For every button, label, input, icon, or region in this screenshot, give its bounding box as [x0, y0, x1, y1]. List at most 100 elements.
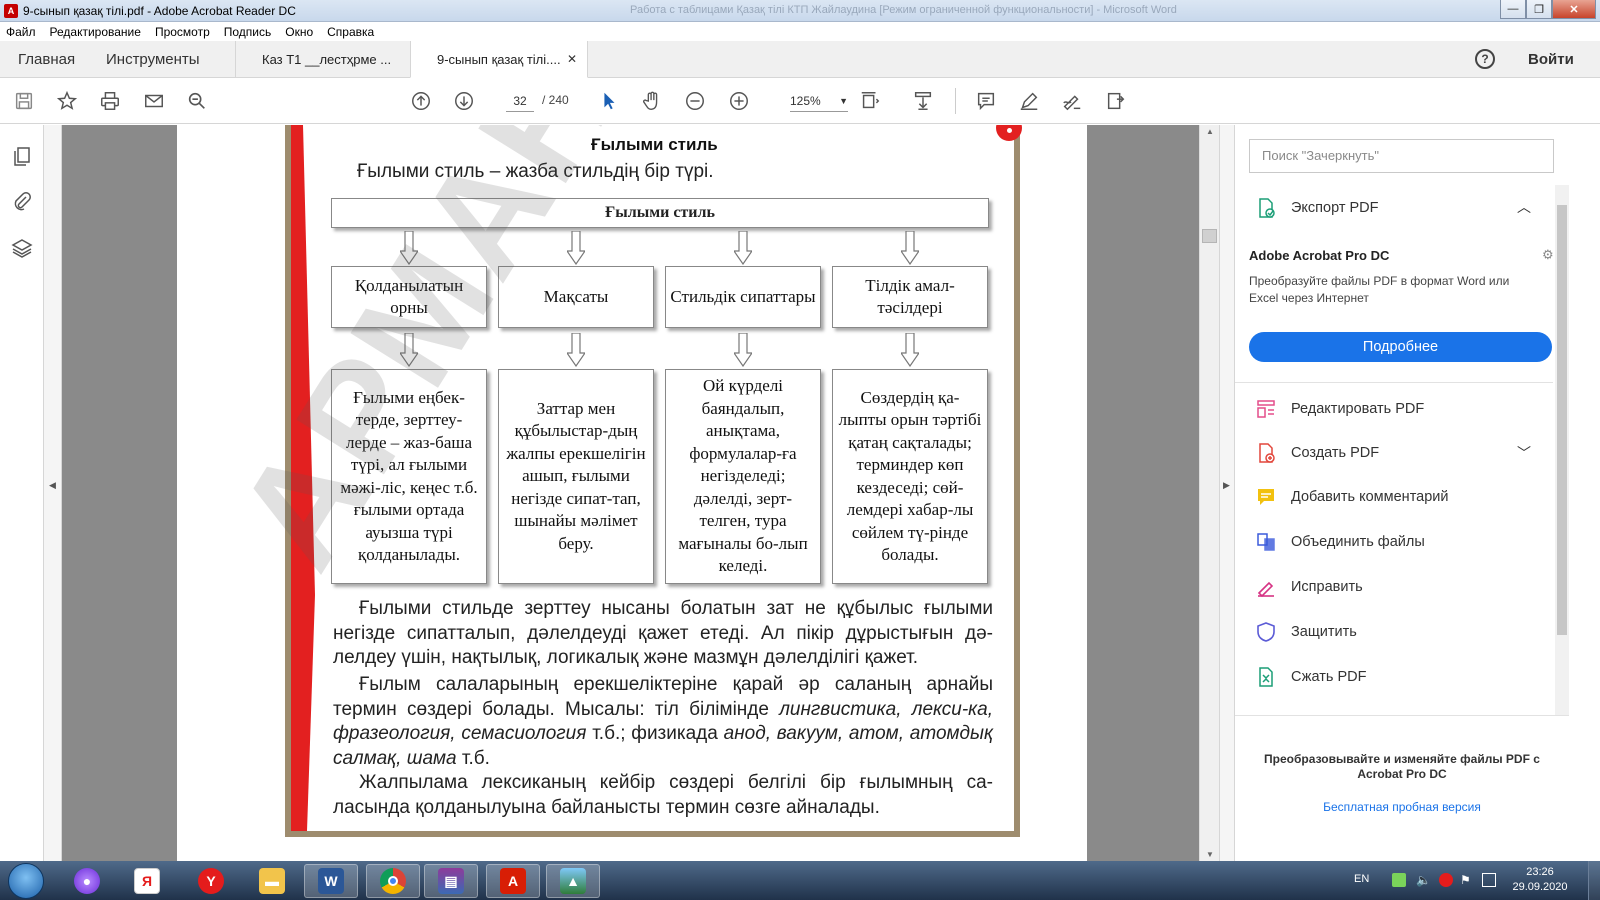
- pen-icon[interactable]: [1017, 89, 1041, 113]
- share-icon[interactable]: [1104, 89, 1128, 113]
- page-number-input[interactable]: 32: [506, 90, 534, 112]
- network-icon[interactable]: [1392, 873, 1406, 887]
- hand-icon[interactable]: [640, 89, 664, 113]
- clock[interactable]: 23:26 29.09.2020: [1510, 865, 1570, 895]
- menu-file[interactable]: Файл: [6, 25, 36, 39]
- collapse-left-panel[interactable]: ◀: [44, 125, 62, 861]
- language-indicator[interactable]: EN: [1354, 873, 1369, 885]
- acrobat-icon[interactable]: A: [486, 864, 540, 898]
- export-pdf-tool[interactable]: Экспорт PDF: [1255, 195, 1379, 221]
- zoom-select[interactable]: 125% ▼: [790, 90, 848, 112]
- free-trial-link[interactable]: Бесплатная пробная версия: [1257, 800, 1547, 814]
- paragraph-1: Ғылыми стильде зерттеу нысаны болатын за…: [333, 598, 993, 668]
- export-pdf-label: Экспорт PDF: [1291, 200, 1379, 216]
- tab-tools[interactable]: Инструменты: [106, 51, 200, 68]
- document-viewport[interactable]: Ғылыми стиль Ғылыми стиль – жазба стильд…: [62, 125, 1219, 861]
- menu-sign[interactable]: Подпись: [224, 25, 272, 39]
- collapse-right-panel[interactable]: ▶: [1219, 125, 1234, 861]
- fill-sign-tool[interactable]: Исправить: [1255, 574, 1363, 600]
- winrar-icon[interactable]: ▤: [424, 864, 478, 898]
- tab-document-2[interactable]: 9-сынып қазақ тілі.... ✕: [410, 41, 588, 78]
- tools-scrollbar-thumb[interactable]: [1557, 205, 1567, 635]
- zoom-value: 125%: [790, 94, 821, 108]
- login-button[interactable]: Войти: [1528, 51, 1574, 68]
- settings-icon[interactable]: ⚙: [1542, 247, 1554, 263]
- mail-icon[interactable]: [142, 89, 166, 113]
- scrollbar-thumb[interactable]: [1202, 229, 1217, 243]
- volume-icon[interactable]: 🔈: [1416, 873, 1431, 887]
- add-comment-tool[interactable]: Добавить комментарий: [1255, 484, 1449, 510]
- menu-window[interactable]: Окно: [285, 25, 313, 39]
- menu-help[interactable]: Справка: [327, 25, 374, 39]
- diagram-arrow: [901, 333, 919, 367]
- learn-more-button[interactable]: Подробнее: [1249, 332, 1552, 362]
- print-icon[interactable]: [98, 89, 122, 113]
- minimize-button[interactable]: —: [1500, 0, 1526, 19]
- explorer-icon[interactable]: ▬: [245, 864, 299, 898]
- scroll-up-icon[interactable]: ▲: [1206, 127, 1214, 136]
- scroll-mode-icon[interactable]: [911, 89, 935, 113]
- chevron-up-icon[interactable]: ︿: [1517, 197, 1531, 217]
- create-pdf-tool[interactable]: Создать PDF: [1255, 440, 1379, 466]
- red-margin-strip: [291, 125, 315, 831]
- menu-edit[interactable]: Редактирование: [50, 25, 141, 39]
- help-icon[interactable]: ?: [1475, 49, 1495, 69]
- diagram-arrow: [567, 333, 585, 367]
- diagram-body-purpose: Заттар мен құбылыстар-дың жалпы ерекшелі…: [498, 369, 654, 584]
- menu-view[interactable]: Просмотр: [155, 25, 210, 39]
- panel-divider: [1235, 382, 1553, 383]
- diagram-head-features: Стильдік сипаттары: [665, 266, 821, 328]
- attachments-icon[interactable]: [11, 190, 33, 212]
- page-down-icon[interactable]: [452, 89, 476, 113]
- combine-files-tool[interactable]: Объединить файлы: [1255, 529, 1425, 555]
- fill-sign-label: Исправить: [1291, 579, 1363, 595]
- select-cursor-icon[interactable]: [597, 89, 621, 113]
- search-zoom-icon[interactable]: [185, 89, 209, 113]
- toolbar-separator: [955, 88, 956, 114]
- edit-pdf-tool[interactable]: Редактировать PDF: [1255, 396, 1424, 422]
- scroll-down-icon[interactable]: ▼: [1206, 850, 1214, 859]
- red-badge-icon: [996, 125, 1022, 141]
- tools-scrollbar[interactable]: [1555, 185, 1569, 715]
- show-desktop-button[interactable]: [1588, 861, 1600, 900]
- chevron-down-icon: ▼: [839, 96, 848, 106]
- chrome-icon[interactable]: [366, 864, 420, 898]
- yandex-browser-icon[interactable]: Я: [120, 864, 174, 898]
- chevron-down-icon[interactable]: ﹀: [1517, 443, 1531, 463]
- yandex-icon[interactable]: Y: [184, 864, 238, 898]
- display-icon[interactable]: [1482, 873, 1496, 887]
- tab-document-1-label: Каз Т1 __лестҳрме ...: [262, 52, 392, 67]
- save-icon[interactable]: [12, 89, 36, 113]
- clock-time: 23:26: [1526, 866, 1554, 878]
- comment-icon[interactable]: [974, 89, 998, 113]
- page-up-icon[interactable]: [409, 89, 433, 113]
- diagram-body-language-means: Сөздердің қа-лыпты орын тәртібі қатаң са…: [832, 369, 988, 584]
- document-scrollbar[interactable]: ▲ ▼: [1199, 125, 1219, 861]
- layers-icon[interactable]: [11, 237, 33, 259]
- pages-thumbnails-icon[interactable]: [11, 145, 33, 167]
- star-icon[interactable]: [55, 89, 79, 113]
- start-button[interactable]: [8, 863, 44, 899]
- compress-pdf-tool[interactable]: Сжать PDF: [1255, 664, 1366, 690]
- tools-search-input[interactable]: Поиск "Зачеркнуть": [1249, 139, 1554, 173]
- close-button[interactable]: ✕: [1552, 0, 1596, 19]
- yandex-tray-icon[interactable]: [1439, 873, 1453, 887]
- word-icon[interactable]: W: [304, 864, 358, 898]
- page-intro: Ғылыми стиль – жазба стильдің бір түрі.: [357, 161, 714, 182]
- sign-icon[interactable]: [1060, 89, 1084, 113]
- tab-document-1[interactable]: Каз Т1 __лестҳрме ...: [235, 41, 410, 78]
- paragraph-2-text: т.б.: [456, 747, 490, 769]
- protect-tool[interactable]: Защитить: [1255, 619, 1357, 645]
- tab-home[interactable]: Главная: [18, 51, 75, 68]
- tools-pane-footer: Преобразовывайте и изменяйте файлы PDF с…: [1235, 715, 1569, 861]
- zoom-in-icon[interactable]: [727, 89, 751, 113]
- alice-icon[interactable]: ●: [60, 864, 114, 898]
- close-tab-icon[interactable]: ✕: [567, 52, 577, 66]
- page-fit-icon[interactable]: [858, 89, 882, 113]
- zoom-out-icon[interactable]: [683, 89, 707, 113]
- diagram-arrow: [400, 231, 418, 265]
- action-center-icon[interactable]: ⚑: [1460, 873, 1474, 887]
- maximize-button[interactable]: ❐: [1526, 0, 1552, 19]
- fill-sign-icon: [1255, 576, 1277, 598]
- photo-viewer-icon[interactable]: ▲: [546, 864, 600, 898]
